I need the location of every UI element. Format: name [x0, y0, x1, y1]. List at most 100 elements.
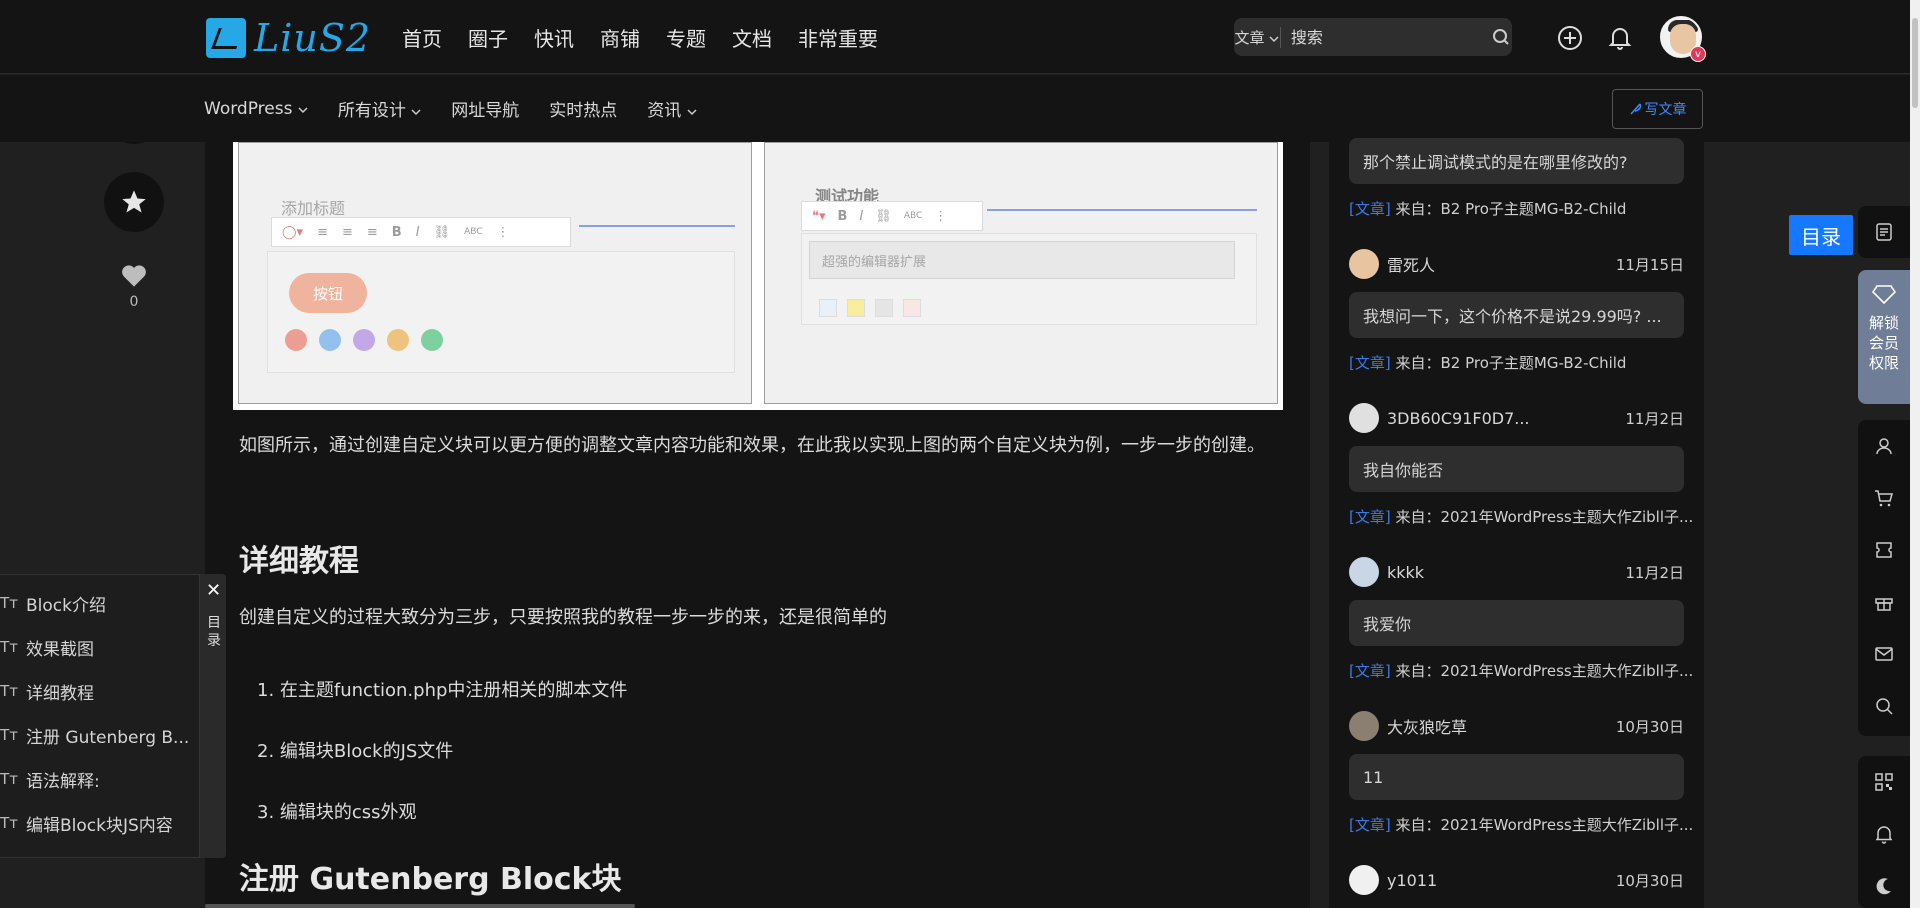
- toc-item-screenshots[interactable]: Tт 效果截图: [0, 635, 94, 660]
- toc-item-block-intro[interactable]: Tт Block介绍: [0, 591, 106, 616]
- comment-username[interactable]: 3DB60C91F0D7...: [1387, 409, 1625, 428]
- write-article-label: 写文章: [1644, 101, 1687, 117]
- site-logo[interactable]: LiuS2: [206, 16, 371, 60]
- heading-icon: Tт: [0, 638, 18, 656]
- avatar[interactable]: [1349, 711, 1379, 741]
- unlock-vip-button[interactable]: 解锁会员权限: [1858, 270, 1910, 404]
- comment-username[interactable]: 大灰狼吃草: [1387, 714, 1616, 738]
- chevron-down-icon: [687, 109, 697, 116]
- nav-item-circle[interactable]: 圈子: [468, 23, 508, 52]
- nav-item-home[interactable]: 首页: [402, 23, 442, 52]
- nav-item-topics[interactable]: 专题: [666, 23, 706, 52]
- comment-date: 10月30日: [1615, 717, 1684, 736]
- toc-toggle-button[interactable]: 目录: [1789, 215, 1853, 255]
- article-screenshot-figure: 添加标题 ◯▾ ≡ ≡ ≡ B I ⛓ ABC ⋮ 按钮 测试功能 ❝▾ B I ⛓ ABC ⋮ 超强的编…: [233, 142, 1283, 410]
- comment-username[interactable]: y1011: [1387, 871, 1616, 890]
- comment-bubble[interactable]: 11: [1349, 754, 1684, 800]
- article-paragraph-steps: 创建自定义的过程大致分为三步，只要按照我的教程一步一步的来，还是很简单的: [239, 607, 887, 628]
- heading-tutorial: 详细教程: [239, 544, 359, 579]
- article-paragraph-intro: 如图所示，通过创建自定义块可以更方便的调整文章内容功能和效果，在此我以实现上图的…: [239, 435, 1265, 456]
- heading-icon: Tт: [0, 770, 18, 788]
- nav-item-docs[interactable]: 文档: [732, 23, 772, 52]
- feather-icon: [1629, 103, 1641, 115]
- comment-username[interactable]: 雷死人: [1387, 252, 1616, 276]
- edge-panel-top: [1858, 206, 1910, 258]
- gift-icon[interactable]: [1858, 582, 1910, 622]
- chevron-down-icon: [411, 109, 421, 116]
- star-icon: [122, 190, 146, 213]
- heading-icon: Tт: [0, 814, 18, 832]
- comment-user: 雷死人 11月15日: [1349, 248, 1684, 280]
- avatar[interactable]: [1349, 865, 1379, 895]
- favorite-button[interactable]: [104, 172, 164, 232]
- comment-date: 11月2日: [1625, 563, 1684, 582]
- toc-item-tutorial[interactable]: Tт 详细教程: [0, 679, 94, 704]
- comment-source[interactable]: [文章] 来自：2021年WordPress主题大作Zibll子...: [1349, 660, 1693, 681]
- comment-source[interactable]: [文章] 来自：2021年WordPress主题大作Zibll子...: [1349, 814, 1693, 835]
- comment-bubble[interactable]: 我爱你: [1349, 600, 1684, 646]
- comment-source[interactable]: [文章] 来自：2021年WordPress主题大作Zibll子...: [1349, 506, 1693, 527]
- toc-item-register[interactable]: Tт 注册 Gutenberg B...: [0, 723, 189, 748]
- search-icon[interactable]: [1858, 686, 1910, 726]
- toc-panel: Tт Block介绍 Tт 效果截图 Tт 详细教程 Tт 注册 Gutenberg B…: [0, 574, 200, 858]
- vertical-scrollbar[interactable]: [1910, 0, 1920, 908]
- search-icon[interactable]: [1491, 28, 1512, 46]
- nav-item-shop[interactable]: 商铺: [600, 23, 640, 52]
- toc-item-edit-js[interactable]: Tт 编辑Block块JS内容: [0, 811, 173, 836]
- moon-icon[interactable]: [1858, 866, 1910, 906]
- comment-bubble[interactable]: 我自你能否: [1349, 446, 1684, 492]
- cart-icon[interactable]: [1858, 478, 1910, 518]
- scrollbar-thumb[interactable]: [1912, 18, 1918, 108]
- unlock-vip-label: 解锁会员权限: [1868, 314, 1899, 372]
- like-count: 0: [129, 294, 139, 310]
- chevron-down-icon: [298, 106, 308, 113]
- logo-icon: [206, 18, 246, 58]
- bell-icon[interactable]: [1606, 24, 1634, 52]
- ticket-icon[interactable]: [1858, 530, 1910, 570]
- search-category-label: 文章: [1234, 28, 1265, 47]
- sub-header: WordPress 所有设计 网址导航 实时热点 资讯 写文章: [0, 75, 1910, 142]
- search-input[interactable]: [1280, 27, 1491, 47]
- search-bar: 文章: [1234, 18, 1512, 56]
- top-header: LiuS2 首页 圈子 快讯 商铺 专题 文档 非常重要 文章 v: [0, 0, 1910, 74]
- comment-source[interactable]: [文章] 来自：B2 Pro子主题MG-B2-Child: [1349, 198, 1626, 219]
- subnav-design[interactable]: 所有设计: [338, 96, 421, 121]
- toc-tab-label: 目录: [207, 615, 221, 649]
- diamond-icon: [1871, 285, 1897, 305]
- sub-nav: WordPress 所有设计 网址导航 实时热点 资讯: [204, 75, 697, 142]
- subnav-sites[interactable]: 网址导航: [451, 96, 519, 121]
- horizontal-scrollbar[interactable]: [205, 904, 635, 908]
- qrcode-icon[interactable]: [1858, 762, 1910, 802]
- heading-icon: Tт: [0, 726, 18, 744]
- screenshot-editor-b: 测试功能 ❝▾ B I ⛓ ABC ⋮ 超强的编辑器扩展: [764, 142, 1278, 404]
- notification-icon[interactable]: [1858, 814, 1910, 854]
- avatar[interactable]: [1349, 403, 1379, 433]
- avatar[interactable]: [1349, 249, 1379, 279]
- comment-source[interactable]: [文章] 来自：B2 Pro子主题MG-B2-Child: [1349, 352, 1626, 373]
- nav-item-news[interactable]: 快讯: [534, 23, 574, 52]
- message-icon[interactable]: [1858, 634, 1910, 674]
- search-category-select[interactable]: 文章: [1234, 26, 1281, 48]
- document-icon[interactable]: [1858, 212, 1910, 252]
- write-article-button[interactable]: 写文章: [1612, 89, 1703, 129]
- like-button[interactable]: 0: [112, 262, 156, 310]
- user-icon[interactable]: [1858, 426, 1910, 466]
- add-icon[interactable]: [1556, 24, 1584, 52]
- comment-bubble[interactable]: 那个禁止调试模式的是在哪里修改的?: [1349, 138, 1684, 184]
- close-icon[interactable]: ✕: [206, 580, 221, 601]
- vip-badge-icon: v: [1690, 46, 1706, 62]
- subnav-info[interactable]: 资讯: [647, 96, 697, 121]
- avatar[interactable]: [1349, 557, 1379, 587]
- subnav-hot[interactable]: 实时热点: [549, 96, 617, 121]
- heading-icon: Tт: [0, 594, 18, 612]
- main-nav: 首页 圈子 快讯 商铺 专题 文档 非常重要: [402, 0, 878, 74]
- recent-comments-sidebar: 那个禁止调试模式的是在哪里修改的? [文章] 来自：B2 Pro子主题MG-B2…: [1329, 138, 1704, 908]
- comment-bubble[interactable]: 我想问一下，这个价格不是说29.99吗? ...: [1349, 292, 1684, 338]
- nav-item-important[interactable]: 非常重要: [798, 23, 878, 52]
- subnav-wordpress[interactable]: WordPress: [204, 99, 308, 119]
- comment-date: 11月15日: [1615, 255, 1684, 274]
- step-item-2: 2. 编辑块Block的JS文件: [257, 741, 454, 762]
- comment-user: 3DB60C91F0D7... 11月2日: [1349, 402, 1684, 434]
- comment-username[interactable]: kkkk: [1387, 563, 1625, 582]
- toc-item-syntax[interactable]: Tт 语法解释:: [0, 767, 100, 792]
